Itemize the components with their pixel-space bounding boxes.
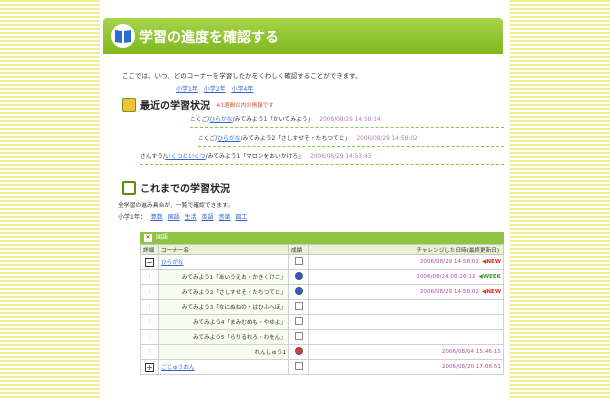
challenge-date: 2006/08/24 08:26:12 bbox=[416, 274, 476, 280]
corner-name: れんしゅう1 bbox=[158, 344, 289, 360]
grade-links: 小学1年 小学2年 小学4年 bbox=[176, 84, 257, 93]
table-body: − ひらがな 2006/08/29 14:58:02 ◀NEW ⋮ みてみよう1「あいうえ… bbox=[140, 254, 504, 375]
table-row: ⋮ みてみよう2「さしすせそ・たちつてと」 2006/08/29 14:58:02 ◀… bbox=[140, 284, 504, 300]
recent-item-link[interactable]: ひらがな bbox=[209, 117, 232, 123]
recent-item: こくご/ひらがな/みてみよう1「かいてみよう」 2006/08/29 14:58:… bbox=[190, 114, 504, 128]
subject-link-math[interactable]: 算数 bbox=[151, 214, 163, 221]
left-stripe-background bbox=[0, 0, 100, 400]
recent-item-link[interactable]: いくつといくつ bbox=[165, 154, 206, 160]
recent-note: ※1週間以内の情報です bbox=[216, 102, 274, 109]
col-header-score: 成績 bbox=[288, 244, 309, 255]
subject-link-life[interactable]: 生活 bbox=[185, 214, 197, 221]
subject-links: 小学1年： 算数 国語 生活 英語 音楽 図工 bbox=[118, 212, 247, 221]
corner-name: みてみよう1「あいうえお・かきくけこ」 bbox=[158, 269, 289, 285]
recent-item-link[interactable]: ひらがな bbox=[217, 136, 240, 142]
history-section-title: これまでの学習状況 bbox=[122, 180, 230, 195]
recent-item-date: 2006/08/29 14:58:02 bbox=[356, 136, 418, 142]
challenge-date: 2006/08/29 14:58:02 bbox=[419, 259, 480, 265]
table-row: ⋮ みてみよう5「らりるれろ・わをん」 bbox=[140, 329, 504, 345]
table-row: − ひらがな 2006/08/29 14:58:02 ◀NEW bbox=[140, 254, 504, 270]
blue-circle-icon bbox=[294, 287, 303, 295]
grade-label: 小学1年： bbox=[118, 214, 146, 221]
grade-link-3[interactable]: 小学4年 bbox=[232, 86, 254, 93]
status-badge: ◀NEW bbox=[482, 259, 501, 265]
challenge-date: 2006/08/29 14:58:02 bbox=[419, 289, 480, 295]
col-header-date: チャレンジした日時(最終更新日) bbox=[308, 244, 504, 255]
empty-box-icon bbox=[294, 302, 303, 310]
recent-item-date: 2006/08/29 14:58:14 bbox=[319, 117, 381, 123]
corner-name: みてみよう2「さしすせそ・たちつてと」 bbox=[158, 284, 289, 300]
col-header-detail: 詳細 bbox=[140, 244, 159, 255]
blue-circle-icon bbox=[294, 272, 303, 280]
col-header-name: コーナー名 bbox=[158, 244, 289, 255]
history-desc: 全学習の進み具合が、一覧で確認できます。 bbox=[118, 203, 234, 209]
status-badge: ◀WEEK bbox=[478, 274, 501, 280]
content-page: 学習の進度を確認する ここでは、いつ、どのコーナーを学習したかをくわしく確認する… bbox=[100, 0, 510, 400]
table-row: ⋮ みてみよう3「なにぬねの・はひふへほ」 bbox=[140, 299, 504, 315]
close-icon[interactable]: ✕ bbox=[144, 234, 152, 242]
corner-link[interactable]: ごじゅうおん bbox=[158, 359, 289, 375]
table-header-row: 詳細 コーナー名 成績 チャレンジした日時(最終更新日) bbox=[140, 244, 504, 255]
grade-link-2[interactable]: 小学2年 bbox=[204, 86, 226, 93]
table-row: ⋮ れんしゅう1 2006/08/04 15:46:15 bbox=[140, 344, 504, 360]
expand-button[interactable]: + bbox=[145, 362, 154, 372]
clipboard-icon bbox=[122, 180, 136, 195]
empty-box-icon bbox=[294, 317, 303, 325]
grade-link-1[interactable]: 小学1年 bbox=[176, 86, 198, 93]
table-row: ⋮ みてみよう1「あいうえお・かきくけこ」 2006/08/24 08:26:12 ◀… bbox=[140, 269, 504, 285]
corner-link[interactable]: ひらがな bbox=[158, 254, 289, 270]
red-circle-icon bbox=[294, 347, 303, 355]
corner-name: みてみよう4「まみむめも・やゆよ」 bbox=[158, 314, 289, 330]
recent-item: こくご/ひらがな/みてみよう2「さしすせそ・たちつてと」 2006/08/29 1… bbox=[198, 133, 504, 147]
challenge-date: 2006/08/20 17:08:51 bbox=[441, 364, 501, 370]
subject-link-art[interactable]: 図工 bbox=[235, 214, 247, 221]
right-stripe-background bbox=[510, 0, 610, 400]
collapse-button[interactable]: − bbox=[145, 257, 154, 267]
progress-grid: 詳細 コーナー名 成績 チャレンジした日時(最終更新日) − ひらがな 2006/0… bbox=[140, 244, 504, 375]
subject-link-english[interactable]: 英語 bbox=[202, 214, 214, 221]
subject-link-japanese[interactable]: 国語 bbox=[168, 214, 180, 221]
recent-item: さんすう/いくつといくつ/みてみよう1「マロンをおいかけろ」 2006/08/29… bbox=[140, 151, 504, 165]
page-header: 学習の進度を確認する bbox=[103, 18, 503, 54]
book-icon bbox=[111, 24, 135, 48]
subject-link-music[interactable]: 音楽 bbox=[219, 214, 231, 221]
table-row: ⋮ みてみよう4「まみむめも・やゆよ」 bbox=[140, 314, 504, 330]
empty-box-icon bbox=[294, 257, 303, 265]
house-icon bbox=[122, 97, 136, 112]
progress-table: ✕ 国語 詳細 コーナー名 成績 チャレンジした日時(最終更新日) − ひらがな 2… bbox=[140, 232, 504, 375]
table-row: + ごじゅうおん 2006/08/20 17:08:51 bbox=[140, 359, 504, 375]
empty-box-icon bbox=[294, 332, 303, 340]
recent-section-title: 最近の学習状況 ※1週間以内の情報です bbox=[122, 97, 274, 112]
intro-text: ここでは、いつ、どのコーナーを学習したかをくわしく確認することができます。 bbox=[122, 72, 362, 80]
corner-name: みてみよう3「なにぬねの・はひふへほ」 bbox=[158, 299, 289, 315]
table-caption: ✕ 国語 bbox=[140, 232, 504, 244]
challenge-date: 2006/08/04 15:46:15 bbox=[441, 349, 501, 355]
recent-item-date: 2006/08/29 14:53:43 bbox=[310, 154, 372, 160]
status-badge: ◀NEW bbox=[482, 289, 501, 295]
empty-box-icon bbox=[294, 362, 303, 370]
corner-name: みてみよう5「らりるれろ・わをん」 bbox=[158, 329, 289, 345]
page-title: 学習の進度を確認する bbox=[139, 30, 279, 46]
